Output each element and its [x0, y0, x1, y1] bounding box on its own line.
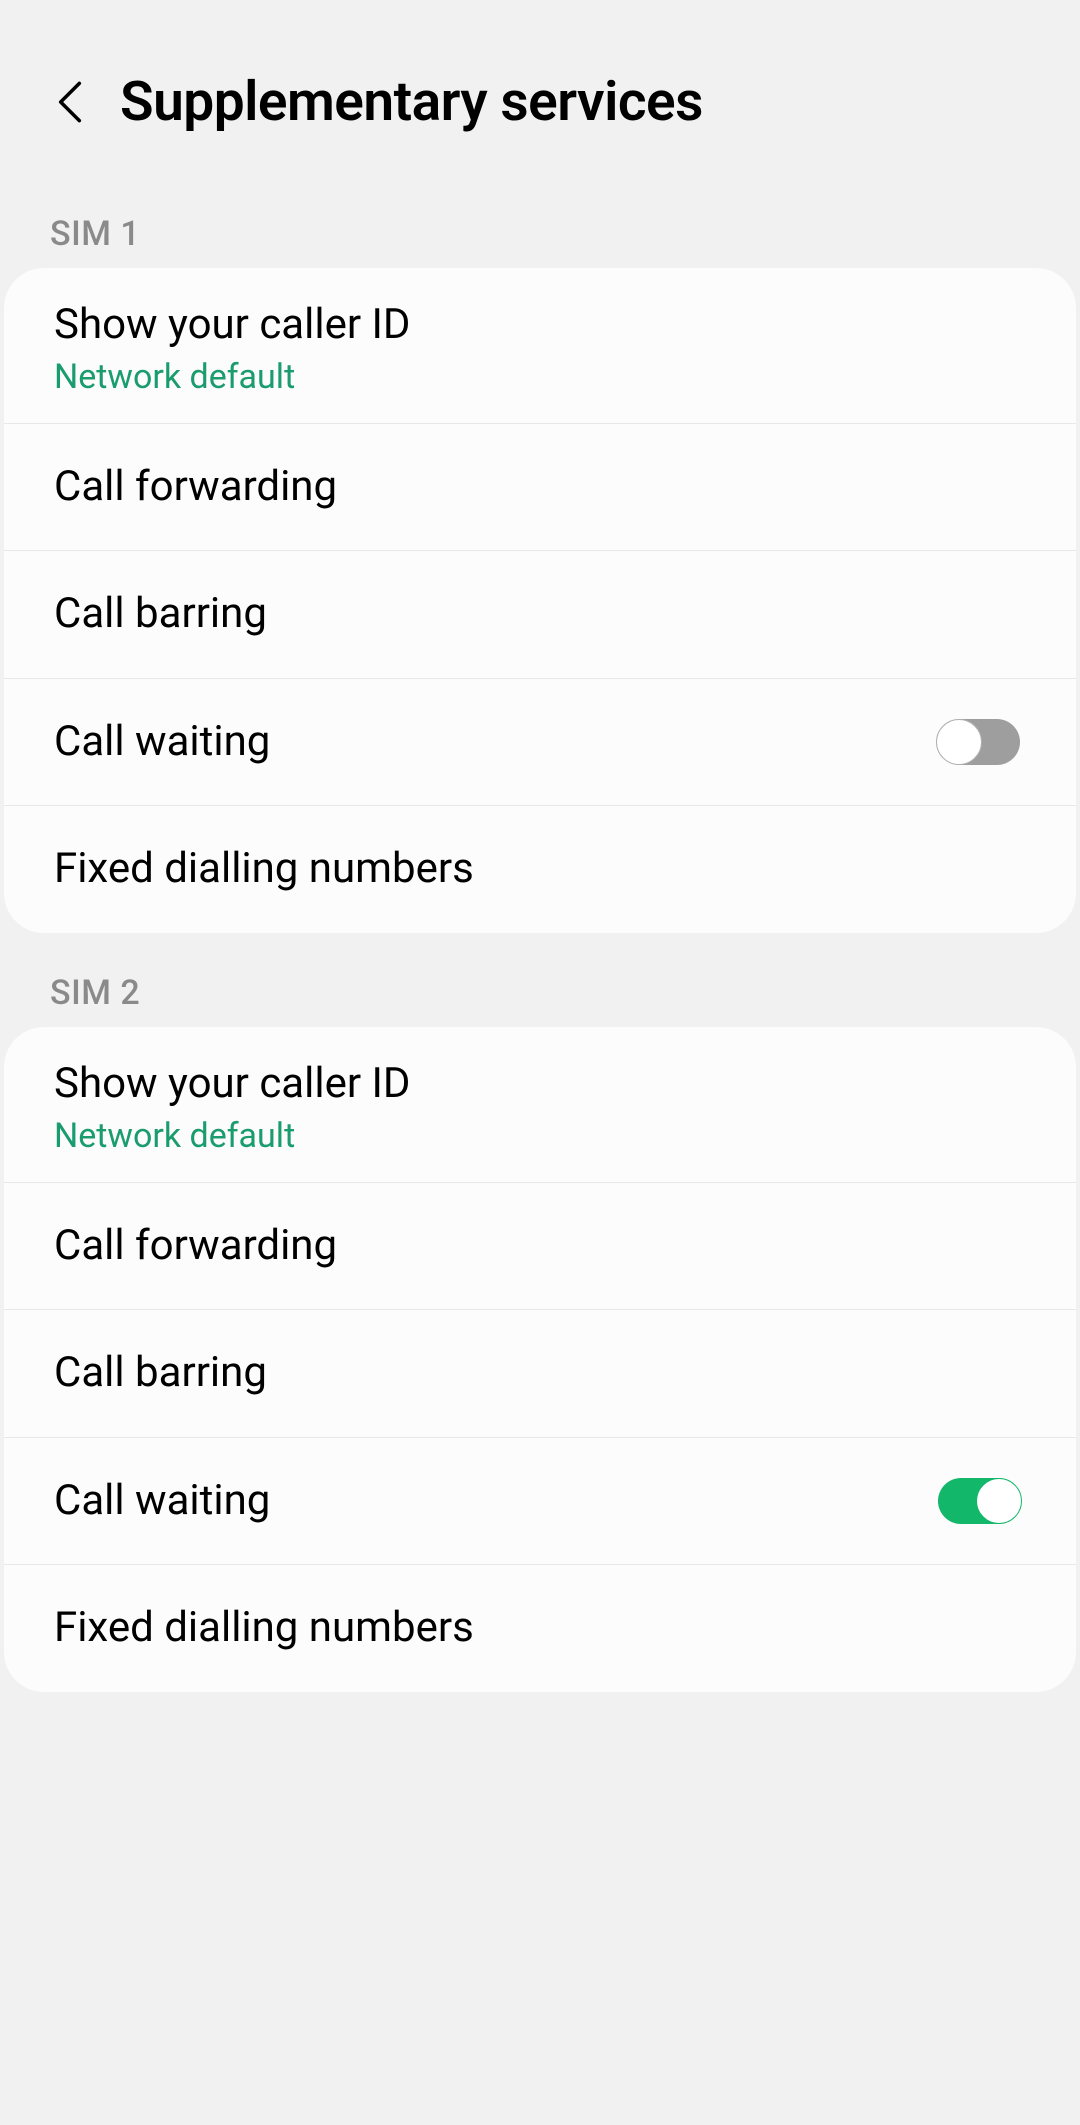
- call-waiting-sim1[interactable]: Call waiting: [4, 679, 1076, 807]
- section-header-sim2: SIM 2: [0, 933, 1080, 1027]
- show-caller-id-sim2[interactable]: Show your caller ID Network default: [4, 1027, 1076, 1183]
- page-header: Supplementary services: [0, 0, 1080, 174]
- item-content: Fixed dialling numbers: [54, 1601, 474, 1656]
- back-button[interactable]: [50, 82, 90, 122]
- item-title: Fixed dialling numbers: [54, 1601, 474, 1656]
- item-title: Call forwarding: [54, 460, 337, 515]
- item-content: Fixed dialling numbers: [54, 842, 474, 897]
- item-content: Call forwarding: [54, 460, 337, 515]
- item-title: Call waiting: [54, 1474, 270, 1529]
- item-content: Call barring: [54, 1346, 267, 1401]
- item-title: Call barring: [54, 1346, 267, 1401]
- item-title: Call barring: [54, 587, 267, 642]
- call-waiting-switch-sim2[interactable]: [938, 1478, 1020, 1524]
- fixed-dialling-sim1[interactable]: Fixed dialling numbers: [4, 806, 1076, 933]
- item-content: Call barring: [54, 587, 267, 642]
- chevron-left-icon: [56, 81, 84, 123]
- item-subtitle: Network default: [54, 357, 411, 397]
- call-barring-sim1[interactable]: Call barring: [4, 551, 1076, 679]
- sim1-card: Show your caller ID Network default Call…: [4, 268, 1076, 933]
- item-title: Fixed dialling numbers: [54, 842, 474, 897]
- item-title: Call waiting: [54, 715, 270, 770]
- item-content: Call waiting: [54, 715, 270, 770]
- item-content: Call waiting: [54, 1474, 270, 1529]
- switch-knob: [976, 1478, 1022, 1524]
- page-title: Supplementary services: [120, 70, 703, 134]
- item-content: Call forwarding: [54, 1219, 337, 1274]
- call-waiting-switch-sim1[interactable]: [938, 719, 1020, 765]
- call-waiting-sim2[interactable]: Call waiting: [4, 1438, 1076, 1566]
- item-content: Show your caller ID Network default: [54, 298, 411, 397]
- sim2-card: Show your caller ID Network default Call…: [4, 1027, 1076, 1692]
- fixed-dialling-sim2[interactable]: Fixed dialling numbers: [4, 1565, 1076, 1692]
- item-title: Show your caller ID: [54, 298, 411, 353]
- item-title: Show your caller ID: [54, 1057, 411, 1112]
- switch-knob: [936, 719, 982, 765]
- call-barring-sim2[interactable]: Call barring: [4, 1310, 1076, 1438]
- item-content: Show your caller ID Network default: [54, 1057, 411, 1156]
- item-subtitle: Network default: [54, 1116, 411, 1156]
- call-forwarding-sim1[interactable]: Call forwarding: [4, 424, 1076, 552]
- call-forwarding-sim2[interactable]: Call forwarding: [4, 1183, 1076, 1311]
- item-title: Call forwarding: [54, 1219, 337, 1274]
- section-header-sim1: SIM 1: [0, 174, 1080, 268]
- show-caller-id-sim1[interactable]: Show your caller ID Network default: [4, 268, 1076, 424]
